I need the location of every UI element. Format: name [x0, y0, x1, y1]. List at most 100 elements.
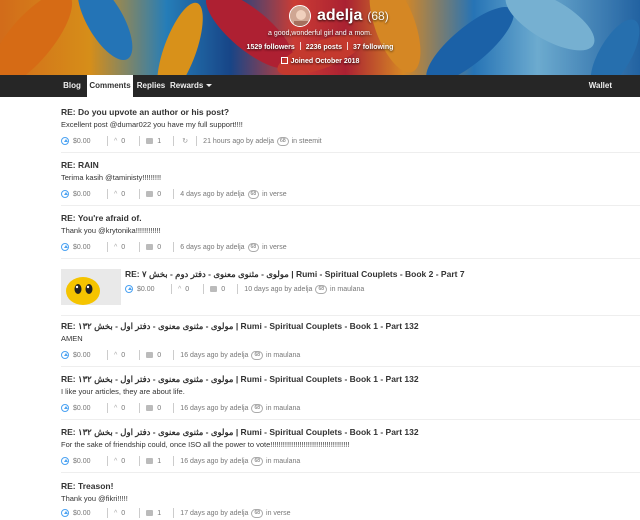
upvote-icon[interactable]: [61, 243, 69, 251]
post-time[interactable]: 17 days ago: [180, 510, 218, 517]
in-label: in: [266, 457, 272, 465]
payout-value[interactable]: $0.00: [73, 244, 101, 251]
tab-rewards[interactable]: Rewards: [170, 75, 220, 97]
post-time[interactable]: 16 days ago: [180, 405, 218, 412]
comment-count[interactable]: 0: [157, 405, 167, 412]
post-category[interactable]: maulana: [273, 352, 300, 359]
comment-count[interactable]: 1: [157, 138, 167, 145]
payout-value[interactable]: $0.00: [73, 191, 101, 198]
upvote-icon[interactable]: [61, 457, 69, 465]
post-meta: $0.00 ^ 0 1 ↻ 21 hours ago by adelja 68 in stee…: [61, 135, 322, 147]
post-category[interactable]: maulana: [273, 458, 300, 465]
post-time[interactable]: 21 hours ago: [203, 138, 244, 145]
post-meta: $0.00 ^ 0 1 16 days ago by adelja 68 in maulan…: [61, 455, 300, 467]
comment-icon: [146, 458, 154, 464]
post-author[interactable]: adelja: [230, 405, 249, 412]
post-meta: $0.00 ^ 0 0 10 days ago by adelja 68 in maulan…: [125, 283, 364, 295]
post-excerpt[interactable]: Terima kasih @taministy!!!!!!!!!: [61, 173, 161, 182]
post-title[interactable]: RE: Do you upvote an author or his post?: [61, 107, 229, 117]
vote-count[interactable]: 0: [185, 286, 197, 293]
post-category[interactable]: maulana: [273, 405, 300, 412]
post-category[interactable]: verse: [273, 510, 290, 517]
vote-count[interactable]: 0: [121, 405, 133, 412]
post-excerpt[interactable]: Thank you @fikri!!!!!: [61, 494, 128, 503]
post-excerpt[interactable]: For the sake of friendship could, once I…: [61, 440, 349, 449]
post-time[interactable]: 6 days ago: [180, 244, 214, 251]
payout-value[interactable]: $0.00: [137, 286, 165, 293]
post-title[interactable]: RE: Treason!: [61, 481, 113, 491]
post-time[interactable]: 10 days ago: [244, 286, 282, 293]
post-author[interactable]: adelja: [255, 138, 274, 145]
post-thumbnail[interactable]: [61, 269, 121, 305]
post-author[interactable]: adelja: [226, 244, 245, 251]
post-title[interactable]: RE: مولوی - مثنوی معنوی - دفتر اول - بخش…: [61, 321, 419, 332]
tab-wallet[interactable]: Wallet: [572, 75, 612, 97]
chevron-up-icon: ^: [114, 243, 118, 251]
row-divider: [61, 152, 640, 153]
comment-count[interactable]: 0: [157, 191, 167, 198]
vote-count[interactable]: 0: [121, 191, 133, 198]
vote-count[interactable]: 0: [121, 352, 133, 359]
comment-icon: [146, 244, 154, 250]
author-reputation-badge: 68: [251, 403, 264, 413]
followers-link[interactable]: 1529 followers: [247, 44, 295, 51]
post-author[interactable]: adelja: [226, 191, 245, 198]
vote-count[interactable]: 0: [121, 244, 133, 251]
post-category[interactable]: maulana: [337, 286, 364, 293]
payout-value[interactable]: $0.00: [73, 405, 101, 412]
post-category[interactable]: verse: [270, 244, 287, 251]
comment-icon: [210, 286, 218, 292]
post-author[interactable]: adelja: [230, 510, 249, 517]
row-divider: [61, 315, 640, 316]
post-category[interactable]: steemit: [299, 138, 322, 145]
post-title[interactable]: RE: مولوی - مثنوی معنوی - دفتر اول - بخش…: [61, 374, 419, 385]
post-excerpt[interactable]: Excellent post @dumar022 you have my ful…: [61, 120, 243, 129]
comment-count[interactable]: 1: [157, 510, 167, 517]
by-label: by: [220, 404, 228, 412]
post-time[interactable]: 16 days ago: [180, 458, 218, 465]
post-time[interactable]: 4 days ago: [180, 191, 214, 198]
in-label: in: [266, 404, 272, 412]
following-link[interactable]: 37 following: [353, 44, 393, 51]
vote-count[interactable]: 0: [121, 458, 133, 465]
post-category[interactable]: verse: [270, 191, 287, 198]
post-excerpt[interactable]: Thank you @krytonika!!!!!!!!!!!!: [61, 226, 161, 235]
post-time[interactable]: 16 days ago: [180, 352, 218, 359]
tab-comments[interactable]: Comments: [87, 75, 133, 98]
comment-count[interactable]: 1: [157, 458, 167, 465]
post-title[interactable]: RE: RAIN: [61, 160, 99, 170]
upvote-icon[interactable]: [61, 509, 69, 517]
post-excerpt[interactable]: AMEN: [61, 334, 83, 343]
payout-value[interactable]: $0.00: [73, 352, 101, 359]
post-author[interactable]: adelja: [230, 352, 249, 359]
post-excerpt[interactable]: I like your articles, they are about lif…: [61, 387, 185, 396]
post-title[interactable]: RE: You're afraid of.: [61, 213, 142, 223]
payout-value[interactable]: $0.00: [73, 138, 101, 145]
calendar-icon: [280, 57, 288, 64]
vote-count[interactable]: 0: [121, 138, 133, 145]
comment-count[interactable]: 0: [157, 352, 167, 359]
post-title[interactable]: RE: مولوی - مثنوی معنوی - دفتر دوم - بخش…: [125, 269, 465, 280]
upvote-icon[interactable]: [61, 190, 69, 198]
payout-value[interactable]: $0.00: [73, 510, 101, 517]
post-author[interactable]: adelja: [294, 286, 313, 293]
chevron-up-icon: ^: [114, 404, 118, 412]
post-meta: $0.00 ^ 0 0 4 days ago by adelja 68 in verse: [61, 188, 287, 200]
comment-count[interactable]: 0: [221, 286, 231, 293]
post-author[interactable]: adelja: [230, 458, 249, 465]
post-title[interactable]: RE: مولوی - مثنوی معنوی - دفتر اول - بخش…: [61, 427, 419, 438]
row-divider: [61, 366, 640, 367]
tab-replies[interactable]: Replies: [135, 75, 167, 97]
author-reputation-badge: 68: [277, 136, 289, 146]
upvote-icon[interactable]: [61, 404, 69, 412]
vote-count[interactable]: 0: [121, 510, 133, 517]
upvote-icon[interactable]: [61, 351, 69, 359]
comment-count[interactable]: 0: [157, 244, 167, 251]
upvote-icon[interactable]: [61, 137, 69, 145]
resteem-icon[interactable]: ↻: [182, 137, 188, 145]
tab-blog[interactable]: Blog: [57, 75, 87, 97]
avatar[interactable]: [289, 5, 311, 27]
upvote-icon[interactable]: [125, 285, 133, 293]
payout-value[interactable]: $0.00: [73, 458, 101, 465]
by-label: by: [216, 190, 224, 198]
